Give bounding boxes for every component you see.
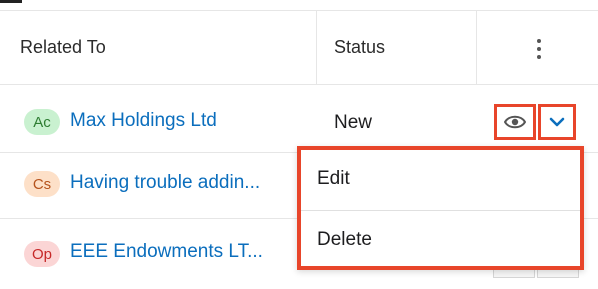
related-to-link[interactable]: EEE Endowments LT... [70,241,263,263]
row-actions-menu-button[interactable] [538,104,576,140]
header-bottom-border [0,84,598,85]
menu-item-edit[interactable]: Edit [301,150,580,208]
column-header-status[interactable]: Status [334,11,454,84]
related-to-link[interactable]: Max Holdings Ltd [70,110,217,132]
menu-item-edit-label: Edit [317,168,350,189]
row-actions-dropdown: Edit Delete [297,146,584,270]
avatar-label: Op [31,245,52,263]
preview-button[interactable] [494,104,536,140]
menu-item-delete[interactable]: Delete [301,211,580,269]
related-to-link[interactable]: Having trouble addin... [70,172,260,194]
kebab-icon[interactable] [526,34,552,64]
avatar-label: Ac [33,113,51,131]
column-header-related-to-label: Related To [20,37,106,57]
status-value: New [334,112,373,133]
avatar: Ac [24,109,60,135]
column-header-related-to[interactable]: Related To [20,11,315,84]
column-divider [476,11,477,84]
column-divider [316,11,317,84]
row-actions [494,104,576,140]
column-header-status-label: Status [334,37,386,57]
avatar-label: Cs [32,175,52,193]
avatar: Op [24,241,60,267]
chevron-down-icon [549,117,565,127]
top-edge-fragment [0,0,22,3]
avatar: Cs [24,171,60,197]
menu-item-delete-label: Delete [317,229,372,250]
eye-icon [504,115,526,129]
